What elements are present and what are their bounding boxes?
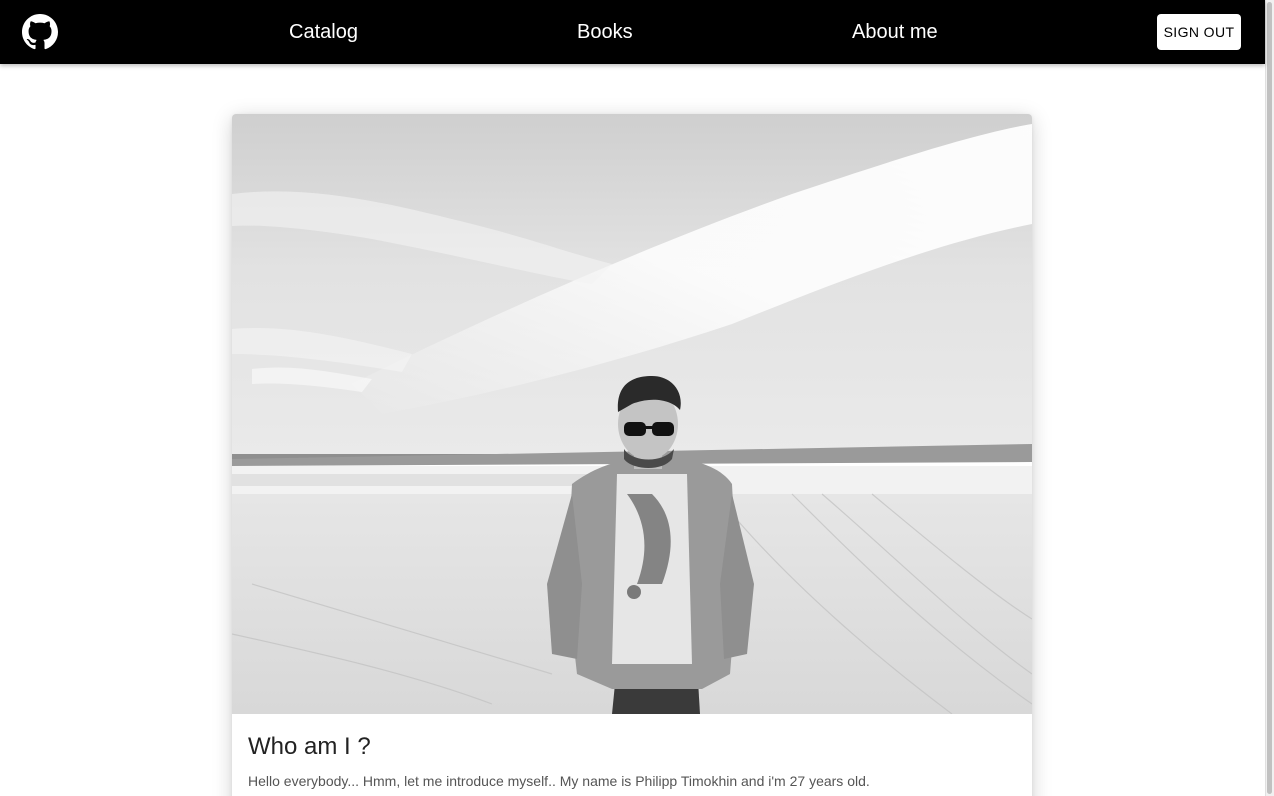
page: Catalog Books About me SIGN OUT Who am I… <box>0 0 1274 796</box>
nav-about-me[interactable]: About me <box>852 19 938 45</box>
github-icon[interactable] <box>22 14 58 50</box>
about-card: Who am I ? Hello everybody... Hmm, let m… <box>232 114 1032 796</box>
scrollbar-thumb[interactable] <box>1267 2 1272 794</box>
nav-catalog[interactable]: Catalog <box>289 19 358 45</box>
card-description: Hello everybody... Hmm, let me introduce… <box>248 773 870 789</box>
nav-books[interactable]: Books <box>577 19 633 45</box>
sign-out-button[interactable]: SIGN OUT <box>1157 14 1241 50</box>
app-bar: Catalog Books About me SIGN OUT <box>0 0 1265 64</box>
card-title: Who am I ? <box>248 733 371 760</box>
profile-photo <box>232 114 1032 714</box>
